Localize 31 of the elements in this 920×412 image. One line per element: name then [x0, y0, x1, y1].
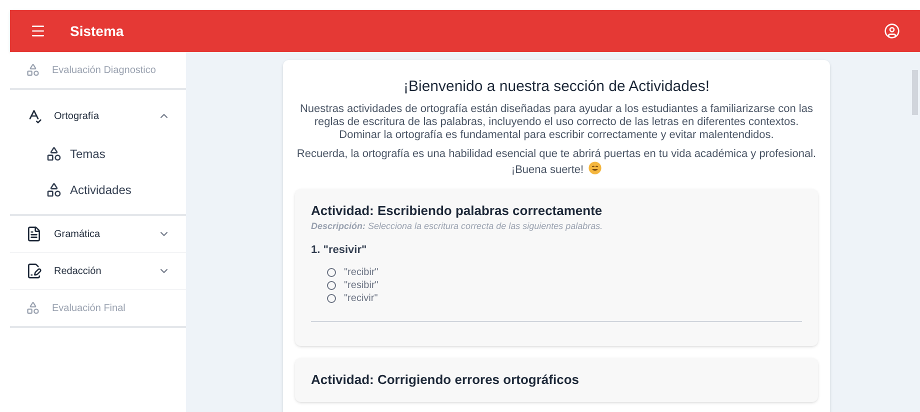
- user-icon: [884, 23, 900, 39]
- shapes-icon: [46, 146, 62, 162]
- document-pen-icon: [26, 263, 42, 279]
- sidebar-group[interactable]: Redacción: [10, 253, 186, 289]
- shapes-icon: [46, 182, 62, 198]
- account-button[interactable]: [884, 23, 900, 39]
- radio-option[interactable]: "recibir": [327, 266, 378, 279]
- menu-icon: [30, 23, 46, 39]
- sidebar-item[interactable]: Temas: [10, 138, 186, 170]
- intro-title: ¡Bienvenido a nuestra sección de Actividades!: [402, 77, 711, 97]
- activity-title: Actividad: Corrigiendo errores ortográficos: [311, 371, 580, 389]
- sidebar-group[interactable]: Ortografía: [10, 98, 186, 134]
- activity-description: Descripción: Selecciona la escritura correcta de las siguientes palabras.: [311, 220, 604, 233]
- radio-button[interactable]: [327, 281, 336, 290]
- radio-button[interactable]: [327, 268, 336, 277]
- radio-option[interactable]: "resibir": [327, 279, 378, 292]
- document-icon: [26, 226, 42, 242]
- sidebar-item[interactable]: Actividades: [10, 174, 186, 206]
- app-title: Sistema: [70, 22, 124, 40]
- activity-title: Actividad: Escribiendo palabras correctamente: [311, 202, 604, 220]
- intro-paragraph: Recuerda, la ortografía es una habilidad esencial que te abrirá puertas en tu vida académica y profesional. ¡Buena suerte!: [296, 148, 818, 176]
- menu-button[interactable]: [30, 23, 46, 39]
- smiley-icon: [588, 160, 602, 174]
- sidebar-group[interactable]: Gramática: [10, 216, 186, 252]
- shapes-icon: [26, 63, 40, 77]
- scrollbar: [912, 70, 918, 115]
- shapes-icon: [26, 301, 40, 315]
- question-prompt: 1. "resivir": [311, 242, 368, 258]
- radio-option[interactable]: "recivir": [327, 292, 378, 305]
- radio-button[interactable]: [327, 294, 336, 303]
- intro-paragraph: Nuestras actividades de ortografía están diseñadas para ayudar a los estudiantes a familiarizarse con las reglas de escritura de las palabras, incluyendo el uso correcto de las letras en diferentes contextos. Dominar la ortografía es fundamental para escribir correctamente y evitar malentendidos.: [298, 102, 814, 142]
